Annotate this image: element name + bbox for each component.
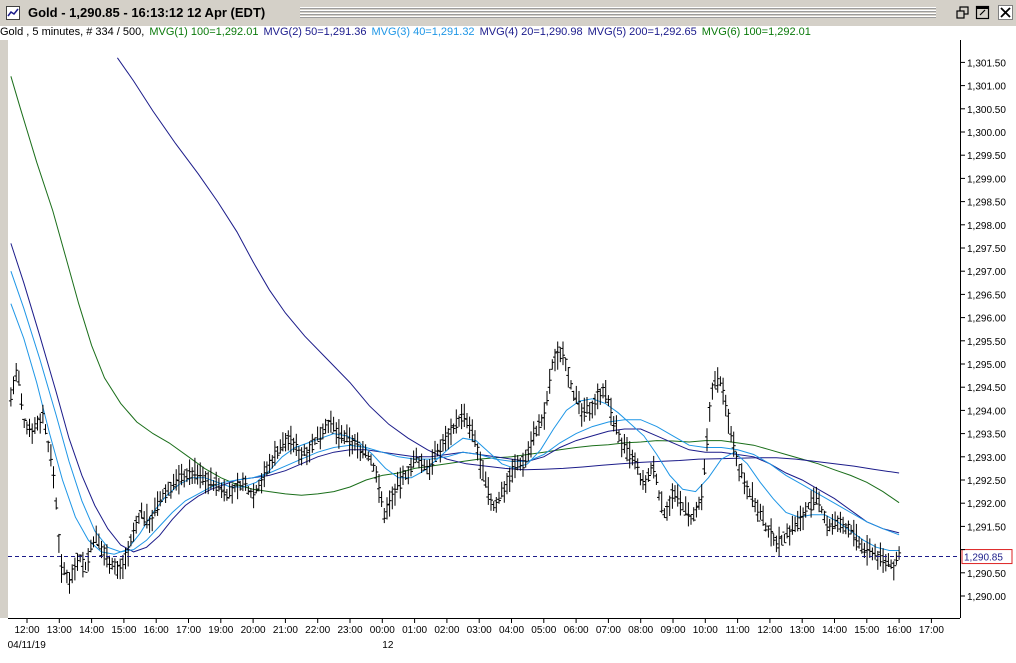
restore-icon[interactable]	[955, 5, 970, 20]
y-tick-label: 1,299.50	[967, 151, 1006, 162]
y-tick-label: 1,297.00	[967, 267, 1006, 278]
y-tick-label: 1,297.50	[967, 244, 1006, 255]
close-icon[interactable]	[998, 5, 1013, 20]
x-tick-label: 05:00	[531, 625, 556, 636]
y-tick-label: 1,296.50	[967, 290, 1006, 301]
chart-icon	[6, 6, 20, 20]
plot-area[interactable]	[8, 40, 960, 618]
x-tick-label: 17:00	[919, 625, 944, 636]
x-tick-label: 16:00	[144, 625, 169, 636]
y-tick-label: 1,293.00	[967, 453, 1006, 464]
price-chart[interactable]: 1,290.85 1,301.50 1,301.00 1,300.50 1,300.0…	[0, 40, 1016, 663]
y-tick-label: 1,293.50	[967, 430, 1006, 441]
legend-bar: Gold , 5 minutes, # 334 / 500, MVG(1) 100…	[0, 26, 1016, 40]
legend-mvg4: MVG(4) 20=1,290.98	[479, 26, 583, 38]
x-tick-label: 13:00	[47, 625, 72, 636]
y-tick-label: 1,301.00	[967, 82, 1006, 93]
x-tick-label: 02:00	[434, 625, 459, 636]
x-tick-label: 22:00	[305, 625, 330, 636]
y-tick-label: 1,290.00	[967, 592, 1006, 603]
x-tick-label: 17:00	[176, 625, 201, 636]
x-tick-label: 00:00	[370, 625, 395, 636]
y-tick-label: 1,300.50	[967, 105, 1006, 116]
y-tick-label: 1,294.50	[967, 383, 1006, 394]
x-tick-label: 07:00	[596, 625, 621, 636]
x-tick-label: 19:00	[208, 625, 233, 636]
x-tick-label: 20:00	[241, 625, 266, 636]
x-tick-label: 04:00	[499, 625, 524, 636]
y-tick-label: 1,301.50	[967, 58, 1006, 69]
legend-instrument: Gold , 5 minutes, # 334 / 500,	[0, 26, 145, 38]
y-tick-label: 1,295.00	[967, 360, 1006, 371]
x-tick-label: 15:00	[111, 625, 136, 636]
x-tick-label: 11:00	[725, 625, 750, 636]
y-tick-label: 1,292.50	[967, 476, 1006, 487]
x-tick-label: 15:00	[854, 625, 879, 636]
x-tick-label: 10:00	[693, 625, 718, 636]
y-tick-label: 1,294.00	[967, 406, 1006, 417]
y-tick-label: 1,295.50	[967, 337, 1006, 348]
legend-mvg6: MVG(6) 100=1,292.01	[701, 26, 811, 38]
legend-mvg3: MVG(3) 40=1,291.32	[371, 26, 475, 38]
title-bar: Gold - 1,290.85 - 16:13:12 12 Apr (EDT)	[0, 0, 1016, 27]
x-tick-label: 12:00	[757, 625, 782, 636]
x-date-label: 04/11/19	[8, 640, 47, 651]
last-price-label: 1,290.85	[964, 553, 1003, 564]
y-tick-label: 1,298.00	[967, 221, 1006, 232]
x-tick-label: 03:00	[467, 625, 492, 636]
x-tick-label: 01:00	[402, 625, 427, 636]
legend-mvg1: MVG(1) 100=1,292.01	[149, 26, 259, 38]
x-tick-label: 08:00	[628, 625, 653, 636]
x-tick-label: 13:00	[790, 625, 815, 636]
x-tick-label: 14:00	[822, 625, 847, 636]
title-bar-grip	[300, 7, 936, 19]
y-tick-label: 1,298.50	[967, 198, 1006, 209]
x-tick-label: 09:00	[660, 625, 685, 636]
y-tick-label: 1,300.00	[967, 128, 1006, 139]
x-tick-label: 23:00	[337, 625, 362, 636]
x-tick-label: 14:00	[79, 625, 104, 636]
x-tick-label: 21:00	[273, 625, 298, 636]
window-title: Gold - 1,290.85 - 16:13:12 12 Apr (EDT)	[28, 5, 266, 20]
x-tick-label: 12:00	[14, 625, 39, 636]
legend-mvg5: MVG(5) 200=1,292.65	[587, 26, 697, 38]
x-tick-label: 06:00	[564, 625, 589, 636]
x-date-label: 12	[382, 640, 394, 651]
y-tick-label: 1,292.00	[967, 499, 1006, 510]
maximize-icon[interactable]	[975, 5, 990, 20]
y-tick-label: 1,296.00	[967, 314, 1006, 325]
y-tick-label: 1,299.00	[967, 174, 1006, 185]
y-tick-label: 1,291.50	[967, 522, 1006, 533]
y-tick-label: 1,290.50	[967, 569, 1006, 580]
legend-mvg2: MVG(2) 50=1,291.36	[263, 26, 367, 38]
x-tick-label: 16:00	[887, 625, 912, 636]
